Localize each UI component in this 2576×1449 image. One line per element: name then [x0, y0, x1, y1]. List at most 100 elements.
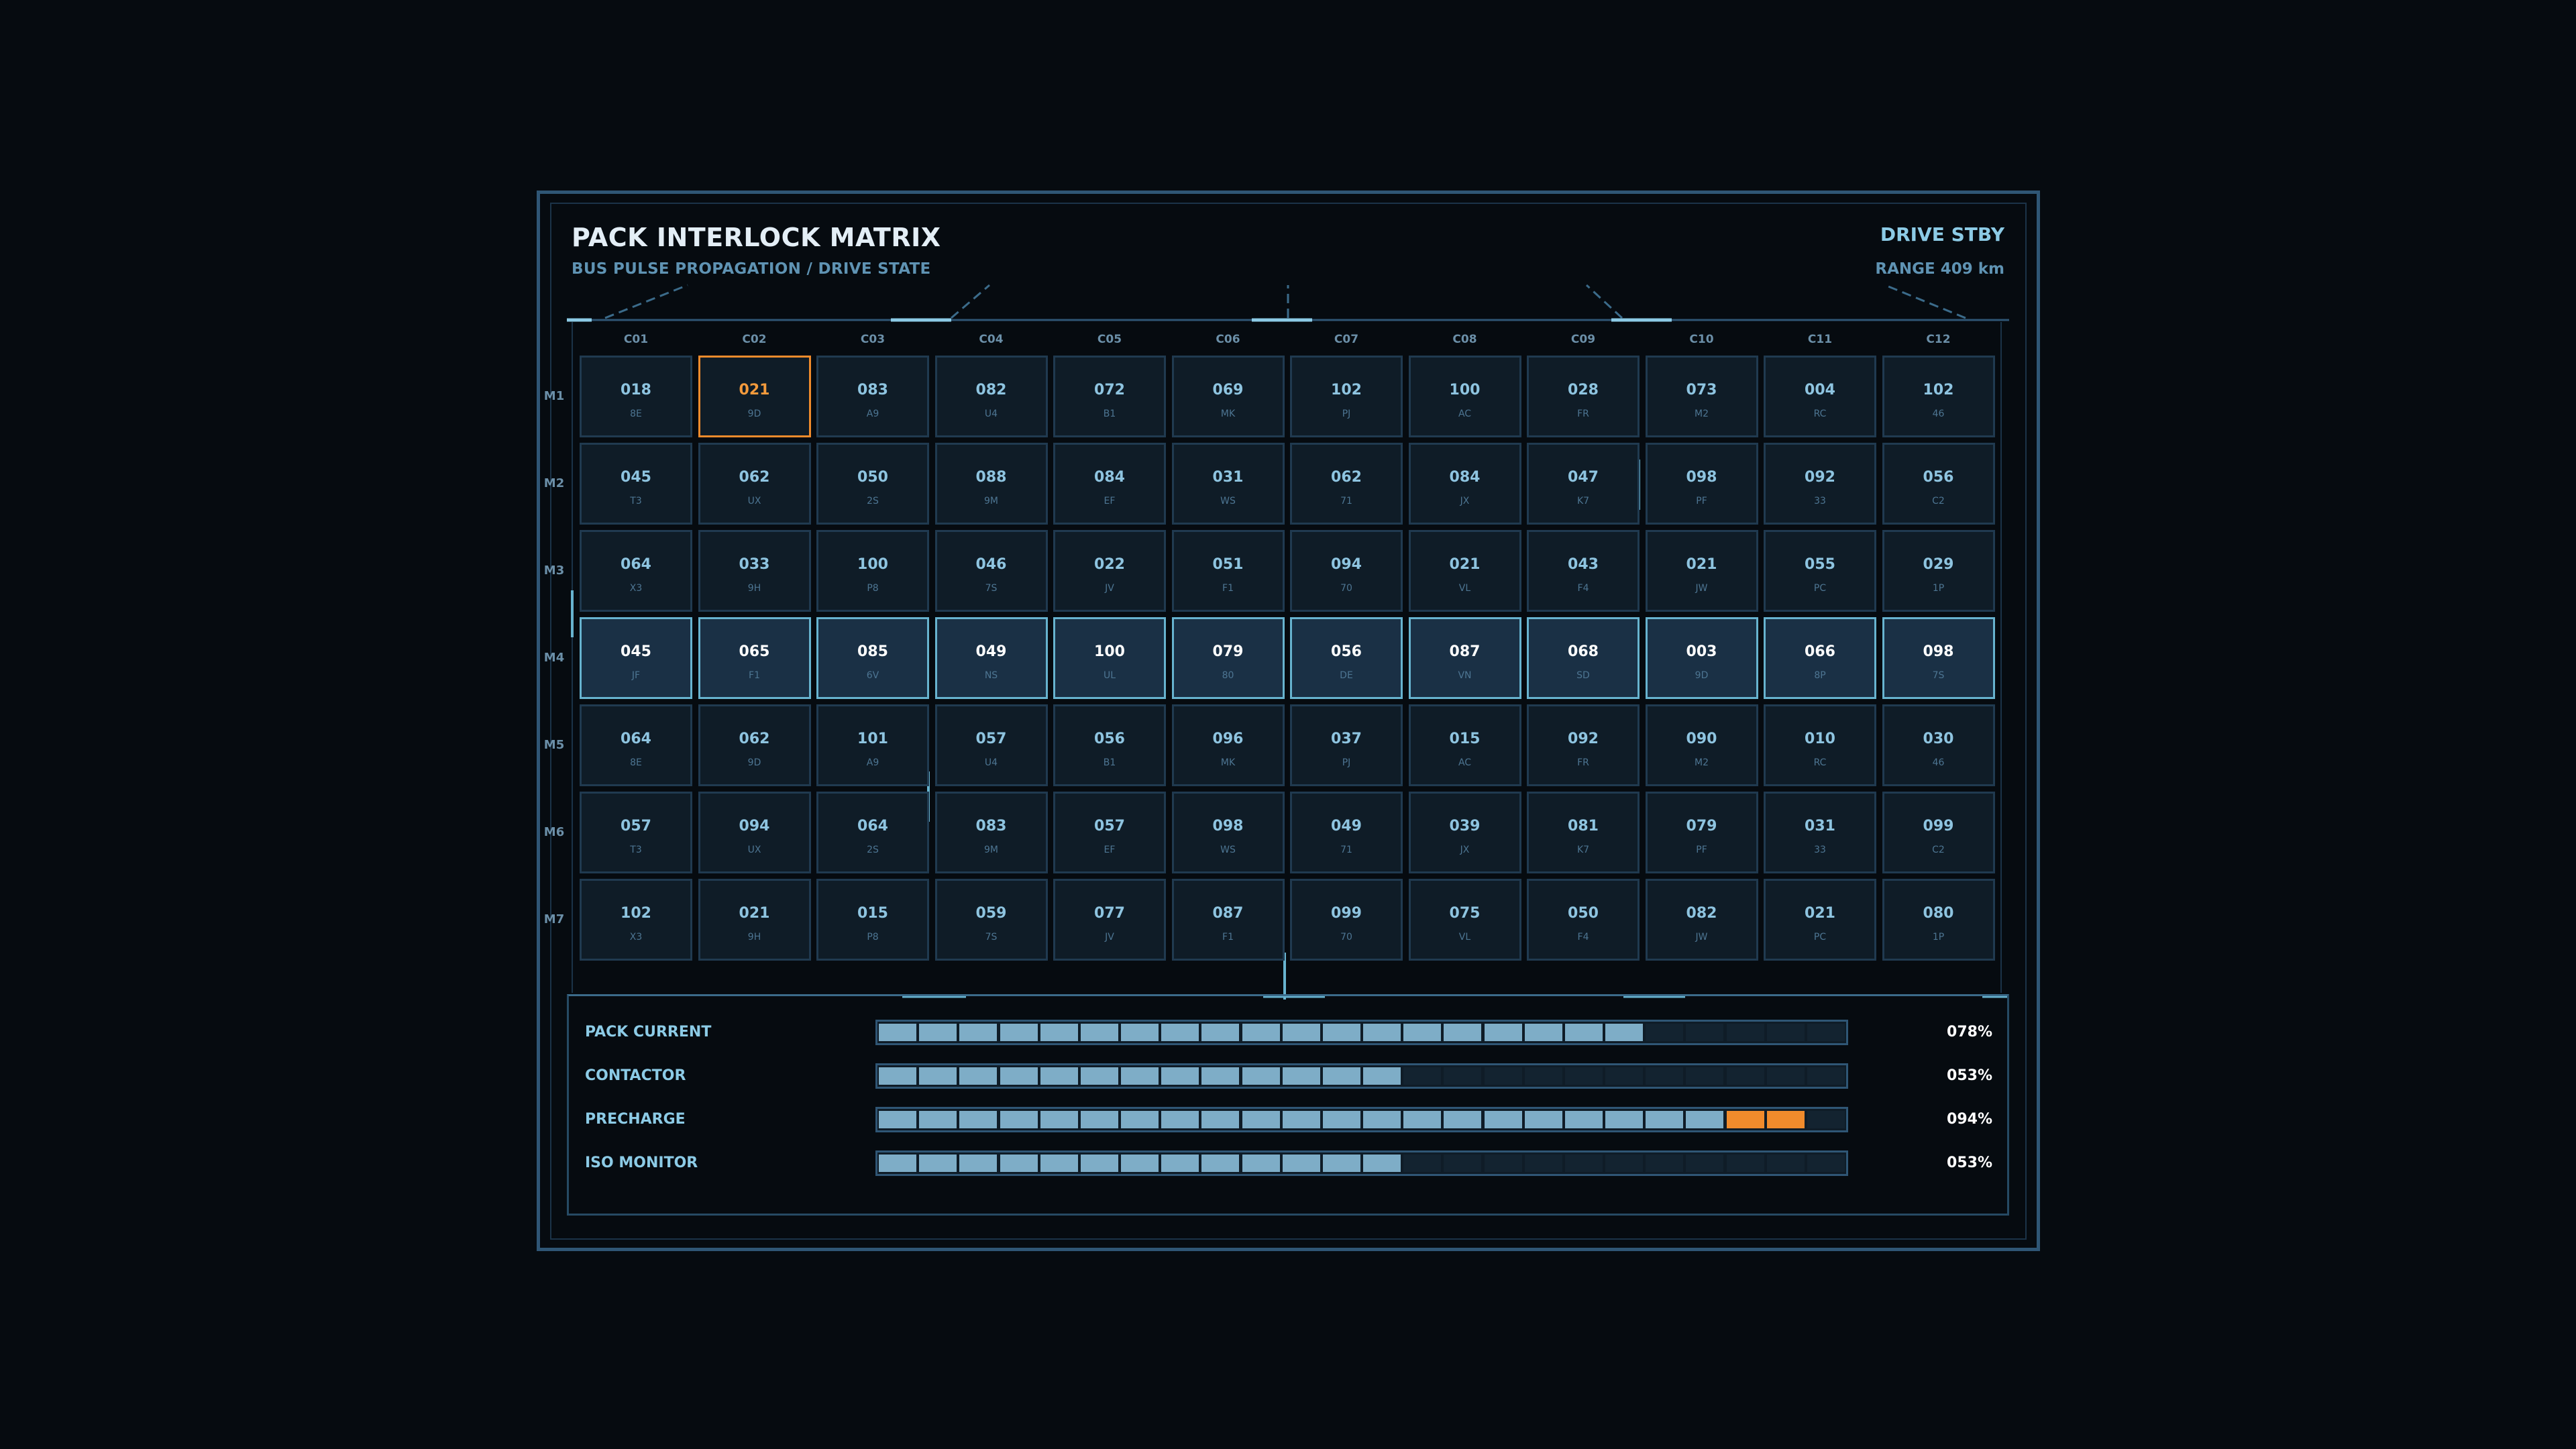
- matrix-cell[interactable]: 049 71: [1290, 792, 1403, 873]
- matrix-cell[interactable]: 049 NS: [934, 617, 1048, 699]
- cell-code: FR: [1577, 409, 1589, 419]
- matrix-cell[interactable]: 010 RC: [1764, 704, 1876, 786]
- matrix-cell[interactable]: 101 A9: [816, 704, 929, 786]
- matrix-cell[interactable]: 094 70: [1290, 530, 1403, 612]
- matrix-cell[interactable]: 081 K7: [1527, 792, 1640, 873]
- cell-code: B1: [1103, 757, 1116, 768]
- matrix-cell[interactable]: 021 9H: [698, 879, 811, 961]
- matrix-cell[interactable]: 102 PJ: [1290, 356, 1403, 437]
- matrix-cell[interactable]: 088 9M: [934, 443, 1048, 525]
- matrix-cell[interactable]: 079 80: [1171, 617, 1285, 699]
- matrix-cell[interactable]: 062 9D: [698, 704, 811, 786]
- cell-value: 043: [1568, 556, 1599, 573]
- matrix-cell[interactable]: 065 F1: [698, 617, 811, 699]
- matrix-cell[interactable]: 084 JX: [1408, 443, 1521, 525]
- cell-code: MK: [1220, 409, 1236, 419]
- matrix-cell[interactable]: 100 UL: [1053, 617, 1166, 699]
- matrix-cell[interactable]: 090 M2: [1645, 704, 1758, 786]
- matrix-cell[interactable]: 028 FR: [1527, 356, 1640, 437]
- matrix-cell[interactable]: 029 1P: [1882, 530, 1995, 612]
- matrix-cell[interactable]: 030 46: [1882, 704, 1995, 786]
- cell-code: M2: [1695, 757, 1709, 768]
- matrix-cell[interactable]: 098 PF: [1645, 443, 1758, 525]
- matrix-cell[interactable]: 046 7S: [934, 530, 1048, 612]
- matrix-cell[interactable]: 096 MK: [1171, 704, 1285, 786]
- cell-code: 7S: [985, 583, 998, 594]
- matrix-cell[interactable]: 062 71: [1290, 443, 1403, 525]
- matrix-cell[interactable]: 062 UX: [698, 443, 811, 525]
- matrix-cell[interactable]: 102 X3: [580, 879, 692, 961]
- matrix-cell[interactable]: 068 SD: [1527, 617, 1640, 699]
- cell-code: JW: [1695, 583, 1708, 594]
- matrix-cell[interactable]: 004 RC: [1764, 356, 1876, 437]
- matrix-cell[interactable]: 077 JV: [1053, 879, 1166, 961]
- matrix-cell[interactable]: 099 C2: [1882, 792, 1995, 873]
- matrix-cell[interactable]: 072 B1: [1053, 356, 1166, 437]
- matrix-cell[interactable]: 073 M2: [1645, 356, 1758, 437]
- matrix-cell[interactable]: 055 PC: [1764, 530, 1876, 612]
- matrix-cell[interactable]: 047 K7: [1527, 443, 1640, 525]
- matrix-cell[interactable]: 021 9D: [698, 356, 811, 437]
- matrix-cell[interactable]: 094 UX: [698, 792, 811, 873]
- matrix-cell[interactable]: 057 T3: [580, 792, 692, 873]
- matrix-cell[interactable]: 082 JW: [1645, 879, 1758, 961]
- matrix-cell[interactable]: 003 9D: [1645, 617, 1758, 699]
- matrix-cell[interactable]: 051 F1: [1171, 530, 1285, 612]
- matrix-cell[interactable]: 022 JV: [1053, 530, 1166, 612]
- matrix-cell[interactable]: 064 X3: [580, 530, 692, 612]
- matrix-cell[interactable]: 082 U4: [934, 356, 1048, 437]
- matrix-cell[interactable]: 045 T3: [580, 443, 692, 525]
- matrix-cell[interactable]: 064 8E: [580, 704, 692, 786]
- cell-value: 083: [975, 818, 1007, 835]
- matrix-cell[interactable]: 045 JF: [580, 617, 692, 699]
- matrix-cell[interactable]: 079 PF: [1645, 792, 1758, 873]
- matrix-cell[interactable]: 075 VL: [1408, 879, 1521, 961]
- matrix-cell[interactable]: 056 C2: [1882, 443, 1995, 525]
- matrix-cell[interactable]: 100 P8: [816, 530, 929, 612]
- matrix-cell[interactable]: 080 1P: [1882, 879, 1995, 961]
- matrix-cell[interactable]: 015 P8: [816, 879, 929, 961]
- matrix-cell[interactable]: 031 WS: [1171, 443, 1285, 525]
- matrix-cell[interactable]: 084 EF: [1053, 443, 1166, 525]
- matrix-cell[interactable]: 050 2S: [816, 443, 929, 525]
- matrix-cell[interactable]: 021 PC: [1764, 879, 1876, 961]
- matrix-cell[interactable]: 064 2S: [816, 792, 929, 873]
- matrix-cell[interactable]: 100 AC: [1408, 356, 1521, 437]
- matrix-cell[interactable]: 057 EF: [1053, 792, 1166, 873]
- matrix-cell[interactable]: 018 8E: [580, 356, 692, 437]
- cell-code: 9H: [747, 583, 761, 594]
- matrix-cell[interactable]: 031 33: [1764, 792, 1876, 873]
- matrix-cell[interactable]: 085 6V: [816, 617, 929, 699]
- matrix-cell[interactable]: 098 WS: [1171, 792, 1285, 873]
- matrix-cell[interactable]: 057 U4: [934, 704, 1048, 786]
- matrix-cell[interactable]: 043 F4: [1527, 530, 1640, 612]
- gauge-segment: [1282, 1111, 1320, 1128]
- matrix-cell[interactable]: 015 AC: [1408, 704, 1521, 786]
- matrix-cell[interactable]: 087 VN: [1408, 617, 1521, 699]
- gauge-segment: [1646, 1067, 1684, 1085]
- matrix-cell[interactable]: 021 VL: [1408, 530, 1521, 612]
- matrix-cell[interactable]: 092 33: [1764, 443, 1876, 525]
- cell-value: 004: [1805, 382, 1835, 398]
- matrix-cell[interactable]: 021 JW: [1645, 530, 1758, 612]
- matrix-cell[interactable]: 099 70: [1290, 879, 1403, 961]
- matrix-cell[interactable]: 069 MK: [1171, 356, 1285, 437]
- matrix-cell[interactable]: 092 FR: [1527, 704, 1640, 786]
- matrix-cell[interactable]: 037 PJ: [1290, 704, 1403, 786]
- gauge-segment: [919, 1067, 957, 1085]
- matrix-cell[interactable]: 033 9H: [698, 530, 811, 612]
- matrix-cell[interactable]: 056 DE: [1290, 617, 1403, 699]
- matrix-cell[interactable]: 039 JX: [1408, 792, 1521, 873]
- matrix-cell[interactable]: 050 F4: [1527, 879, 1640, 961]
- matrix-cell[interactable]: 102 46: [1882, 356, 1995, 437]
- matrix-cell[interactable]: 066 8P: [1764, 617, 1876, 699]
- matrix-cell[interactable]: 087 F1: [1171, 879, 1285, 961]
- matrix-cell[interactable]: 056 B1: [1053, 704, 1166, 786]
- cell-value: 057: [975, 731, 1007, 747]
- matrix-cell[interactable]: 098 7S: [1882, 617, 1995, 699]
- matrix-cell[interactable]: 059 7S: [934, 879, 1048, 961]
- matrix-cell[interactable]: 083 9M: [934, 792, 1048, 873]
- matrix-cell[interactable]: 083 A9: [816, 356, 929, 437]
- gauge-segment: [1564, 1155, 1603, 1172]
- gauge-segment: [1646, 1024, 1684, 1041]
